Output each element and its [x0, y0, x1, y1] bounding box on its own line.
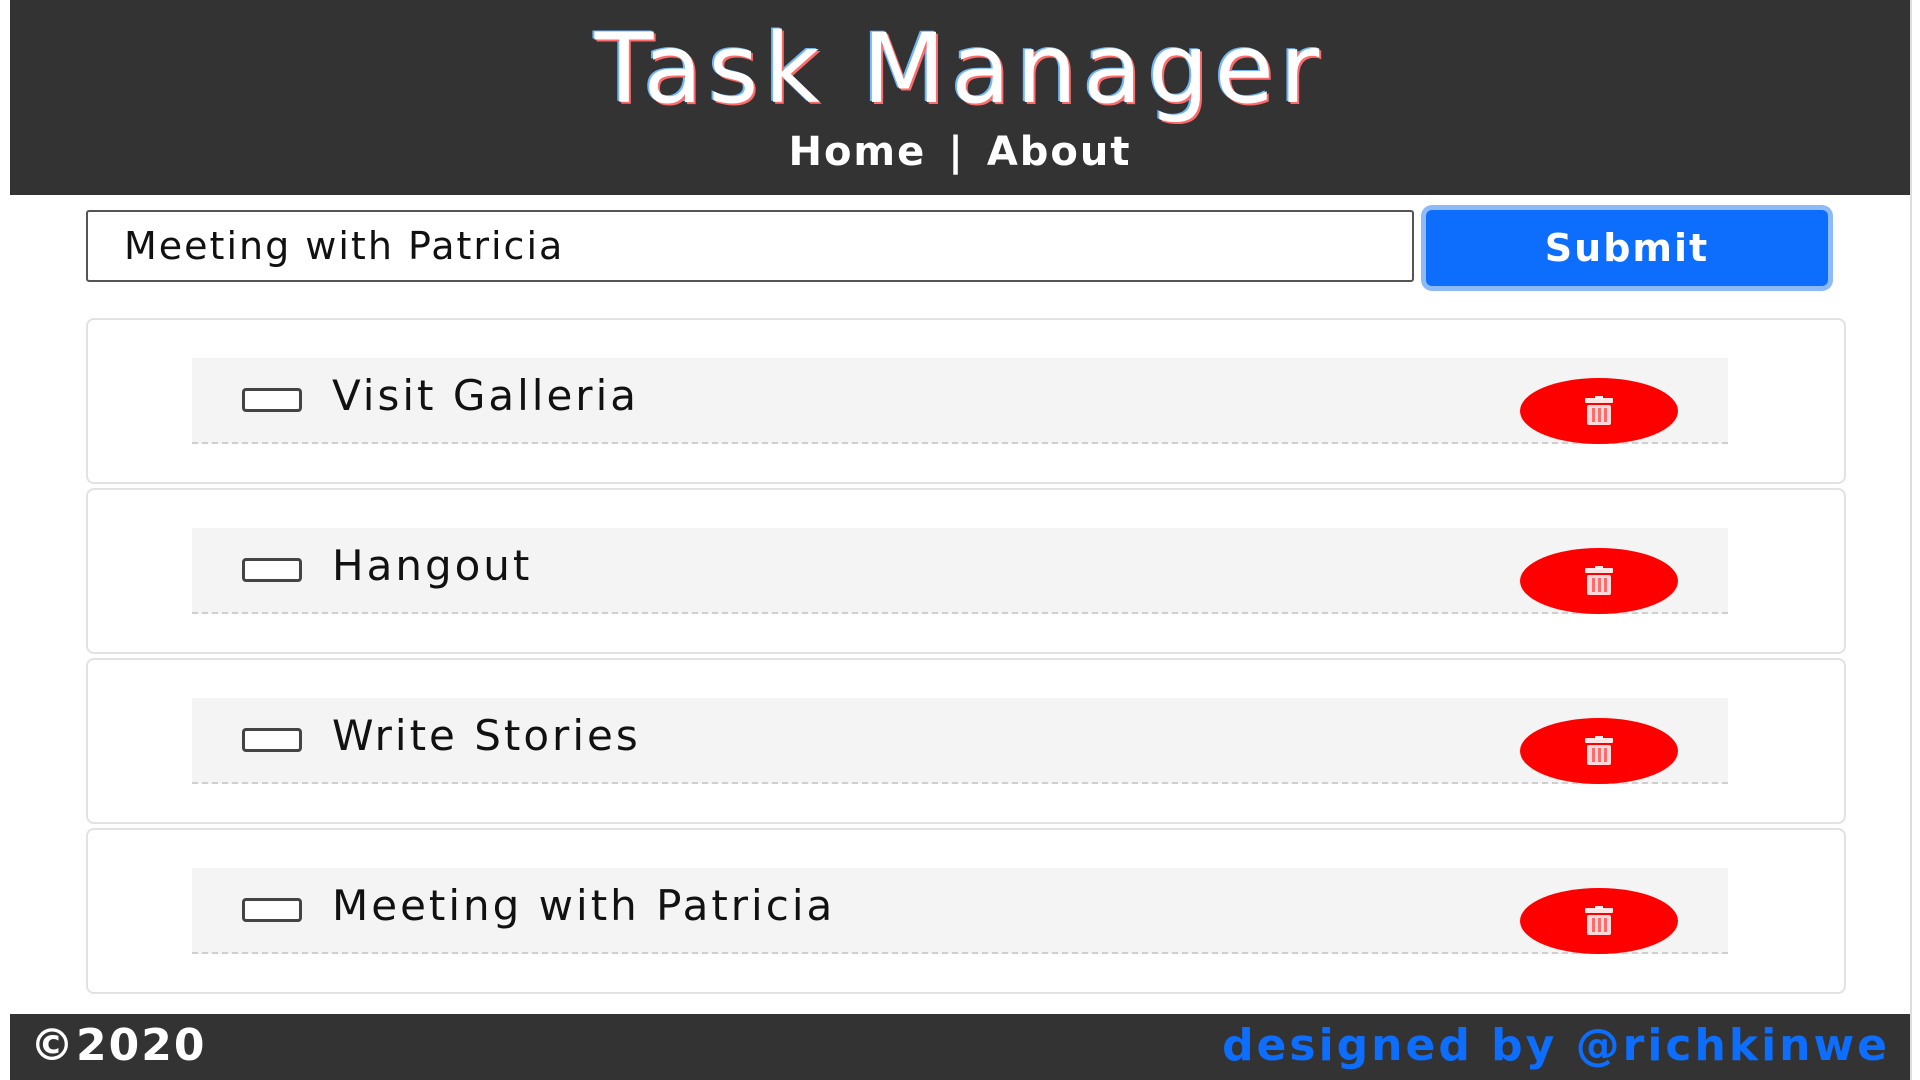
task-item: Hangout [192, 528, 1728, 614]
task-list: Visit Galleria Hangout Write Stories Mee… [86, 318, 1846, 998]
add-task-form: Submit [86, 210, 1862, 288]
task-card: Write Stories [86, 658, 1846, 824]
task-card: Meeting with Patricia [86, 828, 1846, 994]
task-input[interactable] [86, 210, 1414, 282]
task-text: Meeting with Patricia [332, 881, 836, 930]
task-checkbox[interactable] [242, 558, 302, 582]
task-item: Meeting with Patricia [192, 868, 1728, 954]
task-card: Hangout [86, 488, 1846, 654]
main-nav: Home | About [10, 124, 1910, 180]
nav-home-link[interactable]: Home [788, 129, 926, 175]
delete-task-button[interactable] [1520, 378, 1678, 444]
trash-icon [1585, 736, 1613, 765]
task-card: Visit Galleria [86, 318, 1846, 484]
nav-about-link[interactable]: About [987, 129, 1132, 175]
app-footer: ©2020 designed by @richkinwe [10, 1014, 1910, 1080]
task-text: Write Stories [332, 711, 641, 760]
task-item: Write Stories [192, 698, 1728, 784]
task-manager-app: Task Manager Home | About Submit Visit Gal… [10, 0, 1910, 1080]
app-title: Task Manager [594, 13, 1326, 125]
task-text: Visit Galleria [332, 371, 639, 420]
delete-task-button[interactable] [1520, 718, 1678, 784]
page: Task Manager Home | About Submit Visit Gal… [0, 0, 1920, 1080]
trash-icon [1585, 906, 1613, 935]
nav-separator: | [948, 129, 965, 175]
window-edge-divider [1910, 0, 1912, 1080]
task-checkbox[interactable] [242, 728, 302, 752]
task-checkbox[interactable] [242, 898, 302, 922]
trash-icon [1585, 566, 1613, 595]
task-item: Visit Galleria [192, 358, 1728, 444]
trash-icon [1585, 396, 1613, 425]
delete-task-button[interactable] [1520, 548, 1678, 614]
submit-button[interactable]: Submit [1426, 210, 1828, 286]
delete-task-button[interactable] [1520, 888, 1678, 954]
copyright-text: ©2020 [30, 1020, 207, 1071]
task-checkbox[interactable] [242, 388, 302, 412]
app-header: Task Manager Home | About [10, 0, 1910, 195]
designer-credit-link[interactable]: designed by @richkinwe [1222, 1018, 1890, 1074]
task-text: Hangout [332, 541, 533, 590]
